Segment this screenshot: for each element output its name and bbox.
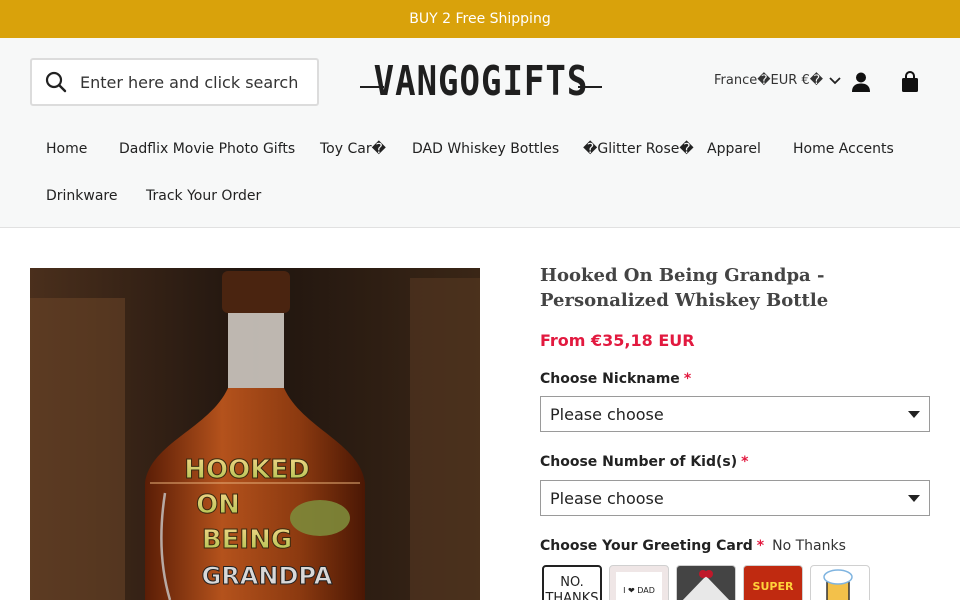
- envelope-heart-icon: [682, 570, 730, 600]
- greeting-card-swatch-envelope[interactable]: [676, 565, 736, 600]
- caret-down-icon: [908, 495, 920, 502]
- required-mark: *: [756, 538, 765, 554]
- product-title: Hooked On Being Grandpa - Personalized W…: [540, 265, 829, 311]
- nav-apparel[interactable]: Apparel: [707, 141, 761, 157]
- nav-home[interactable]: Home: [46, 141, 87, 157]
- locale-selector[interactable]: France�EUR €�: [714, 73, 841, 88]
- swatch-label: NO. THANKS: [545, 575, 599, 600]
- product-price: From €35,18 EUR: [540, 331, 695, 350]
- greeting-card-swatch-i-love-dad[interactable]: I ❤ DAD: [609, 565, 669, 600]
- logo-text: VANGOGIFTS: [373, 58, 589, 106]
- image-text-line-3: BEING: [202, 525, 292, 555]
- kids-label: Choose Number of Kid(s) *: [540, 454, 748, 470]
- nav-home-accents[interactable]: Home Accents: [793, 141, 894, 157]
- search-icon[interactable]: [32, 60, 80, 104]
- caret-down-icon: [908, 411, 920, 418]
- kids-select-value: Please choose: [550, 488, 664, 508]
- required-mark: *: [741, 454, 749, 470]
- beer-mug-icon: [823, 569, 853, 600]
- account-icon[interactable]: [850, 71, 872, 93]
- locale-label: France�EUR €�: [714, 73, 824, 88]
- chevron-down-icon: [829, 76, 841, 84]
- search-input[interactable]: [80, 72, 310, 92]
- nickname-label-text: Choose Nickname: [540, 371, 680, 387]
- logo-swash-right: [578, 86, 602, 88]
- swatch-label: I ❤ DAD: [616, 572, 662, 600]
- nickname-select[interactable]: Please choose: [540, 396, 930, 432]
- kids-label-text: Choose Number of Kid(s): [540, 454, 738, 470]
- greeting-card-swatch-super-dad[interactable]: SUPER: [743, 565, 803, 600]
- nav-glitter-rose[interactable]: �Glitter Rose�: [583, 141, 694, 157]
- greeting-card-swatch-beer[interactable]: [810, 565, 870, 600]
- announcement-bar: BUY 2 Free Shipping: [0, 0, 960, 38]
- image-text-line-1: HOOKED: [184, 455, 309, 485]
- nav-track-your-order[interactable]: Track Your Order: [146, 188, 261, 204]
- required-mark: *: [683, 371, 692, 387]
- greeting-card-label-text: Choose Your Greeting Card: [540, 538, 753, 554]
- nav-dad-whiskey-bottles[interactable]: DAD Whiskey Bottles: [412, 141, 559, 157]
- site-header: VANGOGIFTS France�EUR €� Home Dadflix Mo…: [0, 38, 960, 228]
- greeting-card-label: Choose Your Greeting Card * No Thanks: [540, 538, 846, 554]
- site-logo[interactable]: VANGOGIFTS: [356, 58, 606, 106]
- image-text-line-2: ON: [196, 490, 240, 520]
- greeting-card-selected-value: No Thanks: [772, 538, 846, 554]
- product-image[interactable]: HOOKED ON BEING GRANDPA: [30, 268, 480, 600]
- image-text-line-4: GRANDPA: [202, 562, 333, 590]
- nav-toy-car[interactable]: Toy Car�: [320, 141, 386, 157]
- cart-icon[interactable]: [899, 71, 921, 93]
- nav-dadflix-movie-photo-gifts[interactable]: Dadflix Movie Photo Gifts: [119, 141, 295, 157]
- swatch-label: SUPER: [752, 580, 794, 593]
- kids-select[interactable]: Please choose: [540, 480, 930, 516]
- announcement-text: BUY 2 Free Shipping: [409, 11, 551, 27]
- nav-drinkware[interactable]: Drinkware: [46, 188, 118, 204]
- greeting-card-swatch-no-thanks[interactable]: NO. THANKS: [542, 565, 602, 600]
- search-box[interactable]: [30, 58, 319, 106]
- nickname-label: Choose Nickname *: [540, 371, 691, 387]
- nickname-select-value: Please choose: [550, 404, 664, 424]
